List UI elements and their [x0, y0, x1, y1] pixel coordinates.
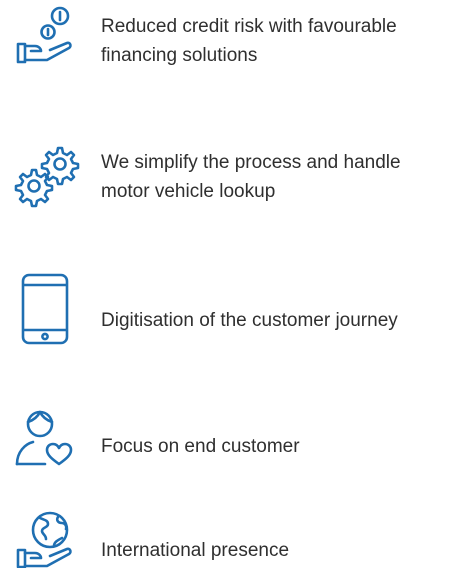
- feature-label: Reduced credit risk with favourable fina…: [101, 16, 397, 66]
- person-heart-icon: [14, 408, 76, 468]
- hand-globe-icon: [14, 510, 76, 568]
- gears-icon: [14, 144, 80, 210]
- feature-label: Focus on end customer: [101, 436, 300, 457]
- hand-coin-icon: [14, 4, 80, 70]
- feature-label: International presence: [101, 540, 290, 561]
- feature-label: Digitisation of the customer journey: [101, 310, 398, 331]
- feature-label: We simplify the process and handle motor…: [101, 152, 401, 202]
- smartphone-icon: [20, 272, 70, 346]
